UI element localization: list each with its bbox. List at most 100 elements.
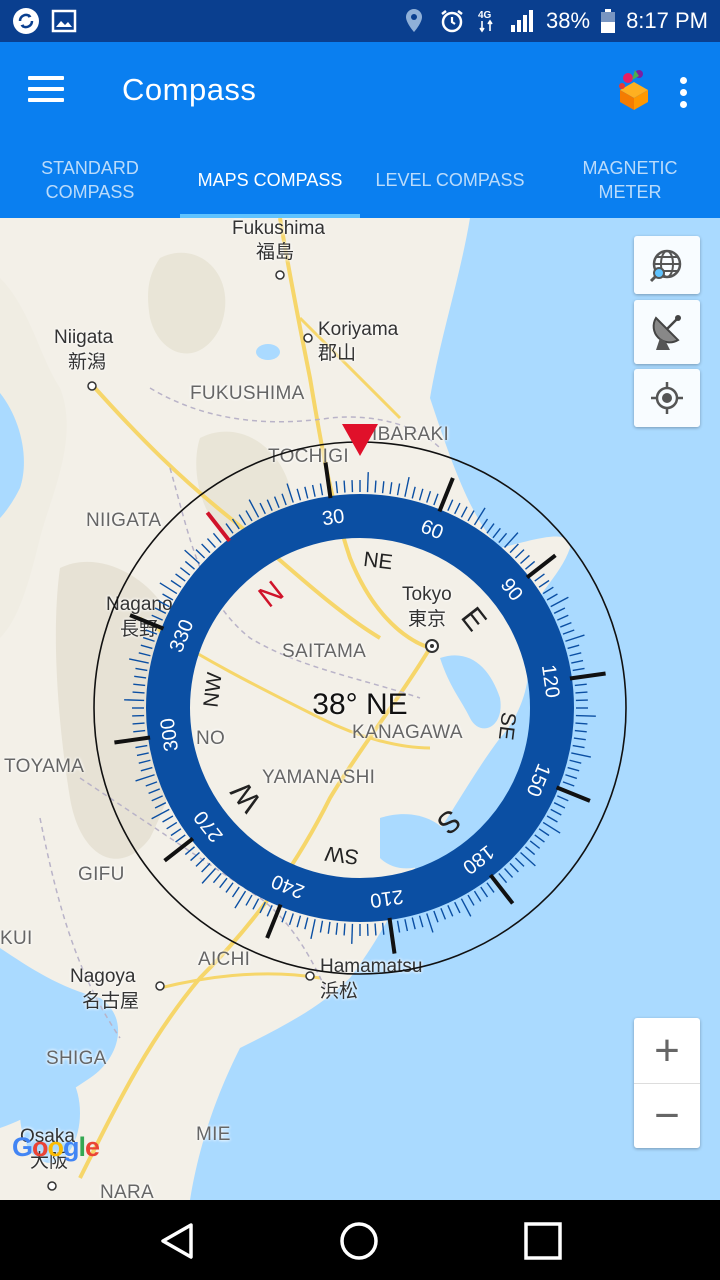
compass-tick <box>538 828 550 837</box>
compass-tick <box>553 607 566 614</box>
back-icon[interactable] <box>152 1216 202 1266</box>
compass-tick <box>135 744 148 749</box>
compass-tick <box>573 737 586 741</box>
compass-tick <box>514 549 525 559</box>
tab-standard-compass[interactable]: STANDARD COMPASS <box>0 142 180 218</box>
compass-tick <box>343 923 346 936</box>
heading-readout: 38° NE <box>312 688 408 721</box>
compass-tick <box>542 586 554 595</box>
gift-icon[interactable] <box>612 66 654 114</box>
compass-tick <box>574 729 587 733</box>
location-icon <box>400 7 428 35</box>
compass-tick <box>231 886 240 898</box>
compass-tick <box>135 667 148 672</box>
compass-tick <box>534 573 545 582</box>
tab-magnetic-meter[interactable]: MAGNETIC METER <box>540 142 720 218</box>
zoom-out-button[interactable]: − <box>634 1083 700 1148</box>
compass-tick <box>525 846 536 856</box>
compass-tick <box>225 882 234 893</box>
map-view[interactable]: Fukushima 福島 Koriyama 郡山 Niigata 新潟 FUKU… <box>0 218 720 1200</box>
compass-tick <box>145 781 158 787</box>
compass-tick <box>550 596 569 608</box>
compass-tick <box>162 593 174 601</box>
system-nav-bar <box>0 1200 720 1280</box>
compass-tick <box>454 901 461 914</box>
hamburger-icon[interactable] <box>28 76 64 106</box>
tab-level-compass[interactable]: LEVEL COMPASS <box>360 142 540 218</box>
compass-tick <box>557 614 569 621</box>
cardinal-label: W <box>224 775 268 818</box>
cardinal-label: S <box>431 802 467 840</box>
compass-tick <box>480 518 489 530</box>
compass-tick <box>575 714 596 717</box>
degree-label: 300 <box>157 717 183 753</box>
compass-tick <box>374 923 377 936</box>
compass-tick <box>184 560 195 570</box>
4g-icon: 4G <box>476 7 498 35</box>
compass-tick <box>179 567 191 576</box>
compass-tick <box>259 502 266 515</box>
compass-tick <box>433 910 439 923</box>
compass-tick <box>133 729 146 733</box>
compass-tick <box>138 652 151 657</box>
zoom-in-button[interactable]: + <box>634 1018 700 1083</box>
more-vert-icon[interactable] <box>670 72 696 112</box>
compass-tick <box>138 759 151 764</box>
compass-tick <box>319 920 324 933</box>
home-icon[interactable] <box>334 1216 384 1266</box>
cardinal-label: N <box>253 575 290 614</box>
globe-search-icon[interactable] <box>634 236 700 294</box>
compass-tick <box>281 910 287 923</box>
my-location-icon[interactable] <box>634 369 700 427</box>
compass-tick <box>404 919 409 932</box>
compass-tick <box>148 788 160 795</box>
zoom-controls: + − <box>634 1018 700 1148</box>
compass-tick <box>426 490 432 503</box>
compass-tick <box>575 691 588 694</box>
satellite-dish-icon[interactable] <box>634 300 700 364</box>
compass-tick <box>304 917 309 930</box>
compass-tick <box>234 890 247 909</box>
compass-tick <box>492 527 501 539</box>
tab-bar: STANDARD COMPASS MAPS COMPASS LEVEL COMPA… <box>0 142 720 218</box>
compass-tick <box>460 506 468 518</box>
clock: 8:17 PM <box>626 8 708 33</box>
compass-tick <box>381 481 385 494</box>
compass-tick <box>381 922 385 935</box>
compass-tick <box>145 629 158 635</box>
compass-tick <box>509 543 519 554</box>
compass-tick <box>569 759 582 764</box>
compass-tick <box>440 908 447 920</box>
app-title: Compass <box>122 72 257 107</box>
compass-tick <box>158 600 170 608</box>
compass-tick <box>504 532 519 548</box>
compass-tick <box>151 808 170 820</box>
compass-tick <box>151 795 163 802</box>
compass-tick <box>418 488 424 501</box>
compass-tick <box>225 523 234 534</box>
compass-tick <box>273 496 280 508</box>
compass-tick <box>396 920 401 933</box>
recents-icon[interactable] <box>518 1216 568 1266</box>
tab-maps-compass[interactable]: MAPS COMPASS <box>180 142 360 218</box>
compass-tick <box>351 923 354 944</box>
compass-tick <box>525 560 536 570</box>
compass-tick <box>252 898 260 910</box>
compass-major-tick <box>569 671 606 681</box>
compass-tick <box>212 532 222 543</box>
compass-tick <box>335 922 339 935</box>
compass-tick <box>296 488 302 501</box>
compass-tick <box>140 644 153 650</box>
compass-tick <box>343 480 346 493</box>
compass-tick <box>473 890 482 902</box>
compass-major-tick <box>323 462 333 499</box>
compass-major-tick <box>129 613 165 631</box>
signal-icon <box>508 7 536 35</box>
app-bar: Compass STANDARD COMPASS MAPS COMPASS LEV… <box>0 42 720 218</box>
compass-tick <box>550 808 562 816</box>
compass-tick <box>135 774 155 782</box>
compass-tick <box>195 857 206 867</box>
compass-tick <box>567 766 580 772</box>
compass-tick <box>151 614 163 621</box>
compass-tick <box>404 477 410 497</box>
